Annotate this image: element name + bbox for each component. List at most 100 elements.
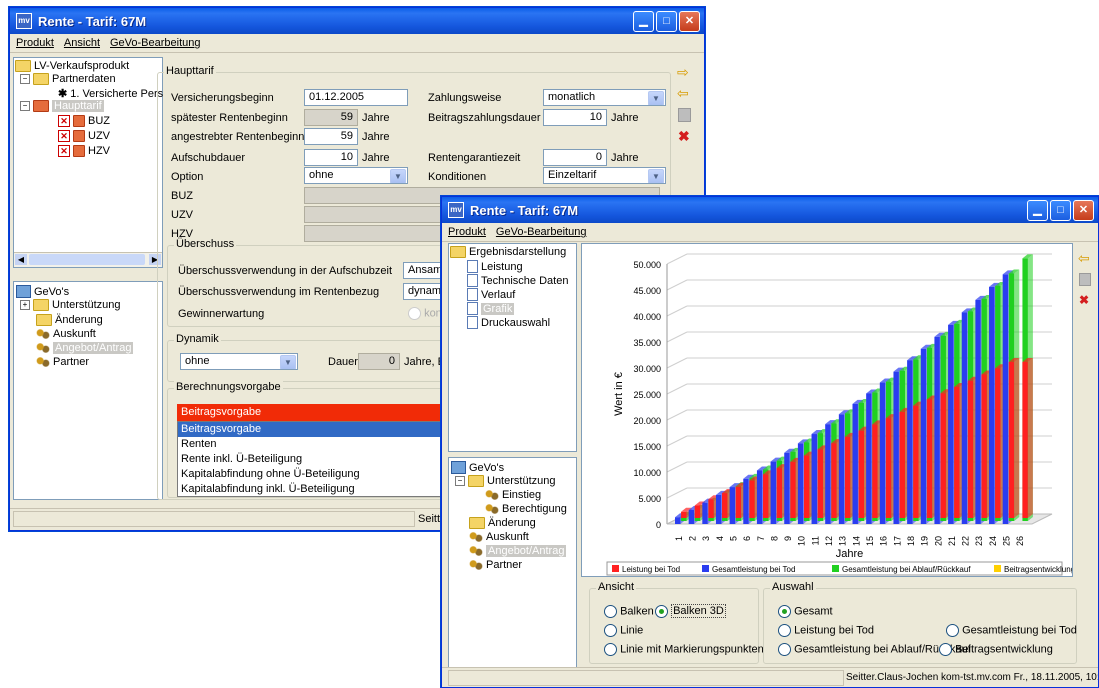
collapse-icon[interactable]: − [20, 74, 30, 84]
tree-item-uzv[interactable]: ✕ UZV [58, 130, 110, 142]
error-icon: ✕ [58, 130, 70, 142]
delete-icon[interactable]: ✖ [678, 129, 690, 143]
option-select[interactable]: ohne ▼ [304, 167, 408, 184]
radio-balken-3d[interactable]: Balken 3D [655, 604, 726, 619]
gewinnerwartung-radio[interactable]: kon [408, 307, 442, 320]
bar [797, 443, 804, 524]
option-kapitalabfindung-inkl[interactable]: Kapitalabfindung inkl. Ü-Beteiligung [178, 482, 442, 497]
konditionen-select[interactable]: Einzeltarif ▼ [543, 167, 666, 184]
bar [688, 509, 695, 524]
x-tick-label: 21 [947, 536, 957, 546]
bar [858, 430, 865, 518]
beitragszahlungsdauer-input[interactable]: 10 [543, 109, 607, 126]
title-bar[interactable]: mv Rente - Tarif: 67M ▁ □ ✕ [10, 8, 704, 34]
tree-item-auskunft[interactable]: Auskunft [469, 531, 529, 543]
tree-item-partner[interactable]: Partner [469, 559, 522, 571]
horizontal-scrollbar[interactable]: ◀ ▶ [14, 252, 162, 267]
tree-item-druckauswahl[interactable]: Druckauswahl [467, 316, 550, 329]
chevron-down-icon[interactable]: ▼ [648, 169, 664, 183]
menu-gevo-bearbeitung[interactable]: GeVo-Bearbeitung [496, 226, 587, 238]
tree-item-grafik[interactable]: Grafik [467, 302, 515, 315]
error-icon: ✕ [58, 115, 70, 127]
tree-item-lv-verkaufsprodukt[interactable]: LV-Verkaufsprodukt [15, 60, 129, 72]
tree-item-haupttarif[interactable]: − Haupttarif [20, 100, 104, 112]
folder-icon [33, 73, 49, 85]
tree-item-berechtigung[interactable]: Berechtigung [485, 503, 567, 515]
angestrebter-rentenbeginn-input[interactable]: 59 [304, 128, 358, 145]
tree-item-hzv[interactable]: ✕ HZV [58, 145, 110, 157]
chevron-down-icon[interactable]: ▼ [390, 169, 406, 183]
maximize-button[interactable]: □ [656, 11, 677, 32]
scroll-thumb[interactable] [29, 254, 145, 265]
save-icon[interactable] [1079, 273, 1091, 286]
berechnungsvorgabe-select[interactable]: Beitragsvorgabe [177, 404, 443, 421]
scroll-left-icon[interactable]: ◀ [15, 254, 27, 265]
option-renten[interactable]: Renten [178, 437, 442, 452]
bar [920, 348, 927, 524]
legend-swatch [994, 565, 1001, 572]
tree-item-angebot-antrag[interactable]: Angebot/Antrag [36, 342, 134, 354]
maximize-button[interactable]: □ [1050, 200, 1071, 221]
forward-arrow-icon[interactable]: ⇨ [677, 65, 689, 79]
back-arrow-icon[interactable]: ⇦ [1078, 251, 1090, 265]
menu-ansicht[interactable]: Ansicht [64, 37, 100, 49]
close-button[interactable]: ✕ [679, 11, 700, 32]
expand-icon[interactable]: + [20, 300, 30, 310]
back-arrow-icon[interactable]: ⇦ [677, 86, 689, 100]
chevron-down-icon[interactable]: ▼ [280, 355, 296, 369]
chevron-down-icon[interactable]: ▼ [648, 91, 664, 105]
legend-label: Leistung bei Tod [622, 565, 680, 574]
radio-gesamtleistung-bei-tod[interactable]: Gesamtleistung bei Tod [946, 624, 1077, 637]
close-button[interactable]: ✕ [1073, 200, 1094, 221]
menu-produkt[interactable]: Produkt [448, 226, 486, 238]
versicherungsbeginn-input[interactable]: 01.12.2005 [304, 89, 408, 106]
tree-item-versicherte-person[interactable]: ✱ 1. Versicherte Pers [58, 87, 163, 101]
bar [954, 386, 960, 518]
zahlungsweise-select[interactable]: monatlich ▼ [543, 89, 666, 106]
tree-item-einstieg[interactable]: Einstieg [485, 489, 541, 501]
tree-item-buz[interactable]: ✕ BUZ [58, 115, 110, 127]
tree-item-partner[interactable]: Partner [36, 356, 89, 368]
minimize-button[interactable]: ▁ [633, 11, 654, 32]
menu-gevo-bearbeitung[interactable]: GeVo-Bearbeitung [110, 37, 201, 49]
label-konditionen: Konditionen [428, 171, 487, 183]
minimize-button[interactable]: ▁ [1027, 200, 1048, 221]
radio-icon [946, 624, 959, 637]
bar-side [1014, 358, 1020, 518]
grid-line [666, 253, 688, 265]
collapse-icon[interactable]: − [20, 101, 30, 111]
save-icon[interactable] [678, 108, 691, 122]
option-rente-inkl[interactable]: Rente inkl. Ü-Beteiligung [178, 452, 442, 467]
radio-leistung-bei-tod[interactable]: Leistung bei Tod [778, 624, 874, 637]
collapse-icon[interactable]: − [455, 476, 465, 486]
rentengarantiezeit-input[interactable]: 0 [543, 149, 607, 166]
radio-balken[interactable]: Balken [604, 605, 654, 618]
folder-icon [468, 475, 484, 487]
tree-item-verlauf[interactable]: Verlauf [467, 288, 515, 301]
option-kapitalabfindung-ohne[interactable]: Kapitalabfindung ohne Ü-Beteiligung [178, 467, 442, 482]
tree-item-unterstuetzung[interactable]: + Unterstützung [20, 299, 120, 311]
radio-linie[interactable]: Linie [604, 624, 643, 637]
tree-item-angebot-antrag[interactable]: Angebot/Antrag [469, 545, 567, 557]
tree-item-leistung[interactable]: Leistung [467, 260, 523, 273]
tree-item-gevos[interactable]: GeVo's [16, 285, 69, 298]
tree-item-auskunft[interactable]: Auskunft [36, 328, 96, 340]
tree-item-ergebnisdarstellung[interactable]: Ergebnisdarstellung [450, 246, 566, 258]
tree-item-partnerdaten[interactable]: − Partnerdaten [20, 73, 116, 85]
tree-item-unterstuetzung[interactable]: − Unterstützung [455, 475, 555, 487]
radio-beitragsentwicklung[interactable]: Beitragsentwicklung [939, 643, 1053, 656]
title-bar[interactable]: mv Rente - Tarif: 67M ▁ □ ✕ [442, 197, 1098, 223]
delete-icon[interactable]: ✖ [1079, 293, 1089, 307]
tree-item-gevos[interactable]: GeVo's [451, 461, 504, 474]
radio-gesamt[interactable]: Gesamt [778, 605, 833, 618]
tree-item-aenderung[interactable]: Änderung [36, 314, 103, 326]
dynamik-select[interactable]: ohne ▼ [180, 353, 298, 370]
tree-item-aenderung[interactable]: Änderung [469, 517, 536, 529]
option-beitragsvorgabe[interactable]: Beitragsvorgabe [178, 422, 442, 437]
bar [838, 414, 845, 524]
aufschubdauer-input[interactable]: 10 [304, 149, 358, 166]
menu-produkt[interactable]: Produkt [16, 37, 54, 49]
tree-item-technische-daten[interactable]: Technische Daten [467, 274, 568, 287]
menu-bar: Produkt GeVo-Bearbeitung [442, 223, 1098, 242]
radio-linie-markierung[interactable]: Linie mit Markierungspunkten [604, 643, 764, 656]
